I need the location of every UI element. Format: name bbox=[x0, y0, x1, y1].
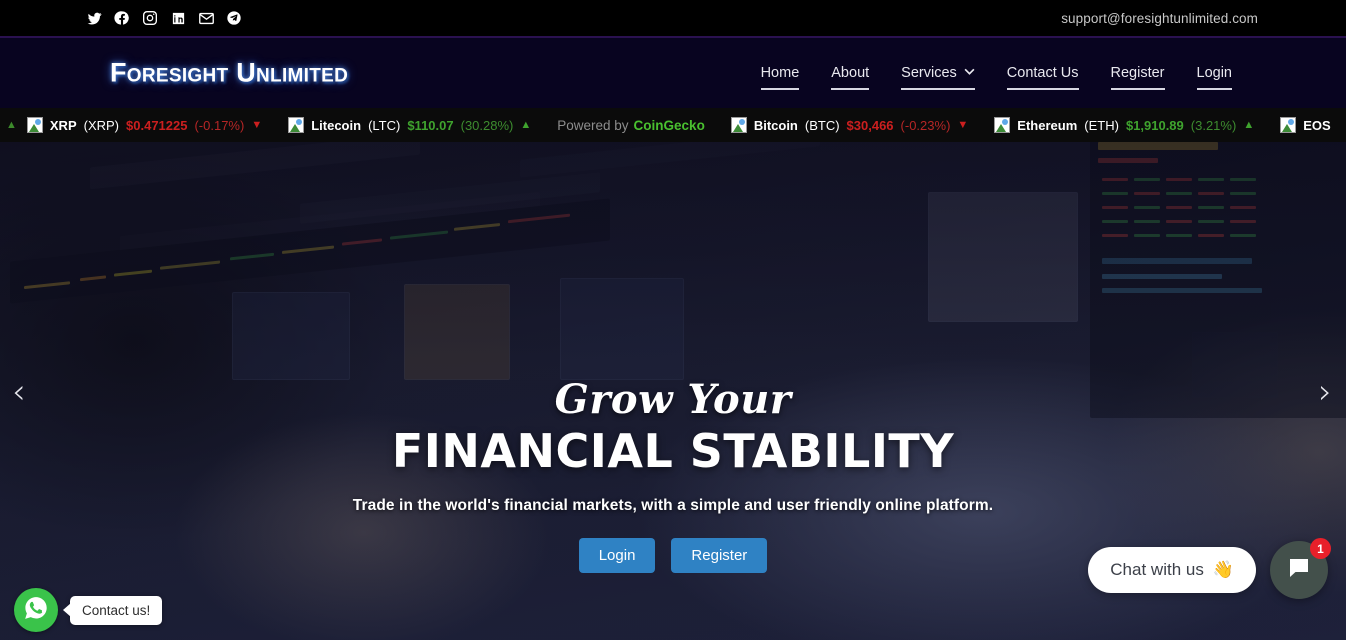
chat-widget: Chat with us 👋 1 bbox=[1088, 538, 1331, 599]
whatsapp-icon bbox=[23, 595, 49, 626]
coin-price: $30,466 bbox=[846, 117, 894, 133]
coin-price: $0.471225 bbox=[126, 117, 188, 133]
hero-title: FINANCIAL STABILITY bbox=[391, 424, 955, 478]
social-links bbox=[84, 0, 244, 36]
nav-item-services[interactable]: Services bbox=[885, 38, 991, 108]
carousel-next-arrow[interactable]: › bbox=[1318, 375, 1332, 409]
coin-symbol: (XRP) bbox=[83, 117, 120, 133]
coin-icon bbox=[26, 117, 43, 133]
carousel-prev-arrow[interactable]: ‹ bbox=[12, 375, 26, 409]
ticker-lead-caret-icon: ▲ bbox=[6, 119, 17, 131]
coin-name: Bitcoin bbox=[753, 117, 798, 133]
chat-prompt-text: Chat with us bbox=[1110, 560, 1204, 579]
nav-item-home[interactable]: Home bbox=[745, 38, 816, 108]
coin-change: (-0.17%) bbox=[194, 117, 245, 133]
ticker-item-eos[interactable]: EOS bbox=[1280, 117, 1331, 133]
chevron-down-icon bbox=[964, 67, 975, 78]
site-header: Foresight Unlimited Home About Services … bbox=[0, 38, 1346, 108]
coin-price: $1,910.89 bbox=[1125, 117, 1184, 133]
coingecko-brand: CoinGecko bbox=[633, 117, 705, 133]
whatsapp-widget: Contact us! bbox=[14, 588, 163, 632]
waving-hand-icon: 👋 bbox=[1212, 560, 1234, 579]
coin-symbol: (BTC) bbox=[804, 117, 840, 133]
whatsapp-tooltip: Contact us! bbox=[70, 595, 163, 625]
telegram-icon[interactable] bbox=[224, 8, 244, 28]
chat-launcher-button[interactable]: 1 bbox=[1270, 538, 1331, 599]
coin-change: (30.28%) bbox=[460, 117, 514, 133]
coin-icon bbox=[288, 117, 305, 133]
nav-label: Services bbox=[901, 65, 957, 81]
hero-login-button[interactable]: Login bbox=[578, 537, 656, 573]
coin-symbol: (ETH) bbox=[1084, 117, 1119, 133]
coin-name: EOS bbox=[1303, 117, 1331, 133]
coin-name: Litecoin bbox=[311, 117, 362, 133]
ticker-item-ethereum[interactable]: Ethereum (ETH) $1,910.89 (3.21%) ▲ bbox=[994, 117, 1254, 133]
nav-label: Login bbox=[1196, 65, 1232, 81]
whatsapp-button[interactable] bbox=[14, 588, 58, 632]
ticker-item-xrp[interactable]: XRP (XRP) $0.471225 (-0.17%) ▼ bbox=[26, 117, 263, 133]
email-icon[interactable] bbox=[196, 8, 216, 28]
coin-trend-icon: ▼ bbox=[957, 119, 969, 131]
ticker-item-bitcoin[interactable]: Bitcoin (BTC) $30,466 (-0.23%) ▼ bbox=[730, 117, 969, 133]
hero-register-button[interactable]: Register bbox=[671, 537, 768, 573]
coin-icon bbox=[994, 117, 1011, 133]
facebook-icon[interactable] bbox=[112, 8, 132, 28]
nav-item-about[interactable]: About bbox=[815, 38, 885, 108]
coin-trend-icon: ▼ bbox=[251, 119, 263, 131]
coin-name: Ethereum bbox=[1017, 117, 1078, 133]
chat-prompt-bubble[interactable]: Chat with us 👋 bbox=[1088, 547, 1256, 593]
nav-label: Contact Us bbox=[1006, 65, 1079, 81]
nav-item-register[interactable]: Register bbox=[1095, 38, 1181, 108]
coin-price: $110.07 bbox=[407, 117, 454, 133]
site-logo[interactable]: Foresight Unlimited bbox=[110, 58, 348, 89]
chat-bubble-icon bbox=[1287, 556, 1311, 585]
hero-script-line: Grow Your bbox=[554, 376, 792, 423]
nav-label: About bbox=[831, 65, 870, 81]
twitter-icon[interactable] bbox=[84, 8, 104, 28]
powered-by-coingecko[interactable]: Powered by CoinGecko bbox=[557, 118, 705, 133]
coin-change: (3.21%) bbox=[1190, 117, 1237, 133]
support-email[interactable]: support@foresightunlimited.com bbox=[1061, 0, 1258, 36]
nav-label: Home bbox=[760, 65, 800, 81]
top-bar: support@foresightunlimited.com bbox=[0, 0, 1346, 36]
instagram-icon[interactable] bbox=[140, 8, 160, 28]
coin-trend-icon: ▲ bbox=[1243, 119, 1255, 131]
powered-by-label: Powered by bbox=[557, 117, 629, 133]
hero-subtitle: Trade in the world's financial markets, … bbox=[352, 496, 994, 514]
hero-buttons: Login Register bbox=[578, 537, 768, 573]
nav-item-contact-us[interactable]: Contact Us bbox=[991, 38, 1095, 108]
coin-icon bbox=[1280, 117, 1297, 133]
chat-unread-badge: 1 bbox=[1310, 538, 1331, 559]
coin-name: XRP bbox=[49, 117, 77, 133]
coin-icon bbox=[730, 117, 747, 133]
nav-item-login[interactable]: Login bbox=[1181, 38, 1248, 108]
coin-symbol: (LTC) bbox=[368, 117, 401, 133]
crypto-ticker[interactable]: ▲ XRP (XRP) $0.471225 (-0.17%) ▼ Litecoi… bbox=[0, 108, 1346, 142]
coin-change: (-0.23%) bbox=[900, 117, 951, 133]
nav-label: Register bbox=[1110, 65, 1165, 81]
ticker-item-litecoin[interactable]: Litecoin (LTC) $110.07 (30.28%) ▲ bbox=[288, 117, 531, 133]
coin-trend-icon: ▲ bbox=[520, 119, 532, 131]
main-navigation: Home About Services Contact Us Register … bbox=[745, 38, 1248, 108]
linkedin-icon[interactable] bbox=[168, 8, 188, 28]
